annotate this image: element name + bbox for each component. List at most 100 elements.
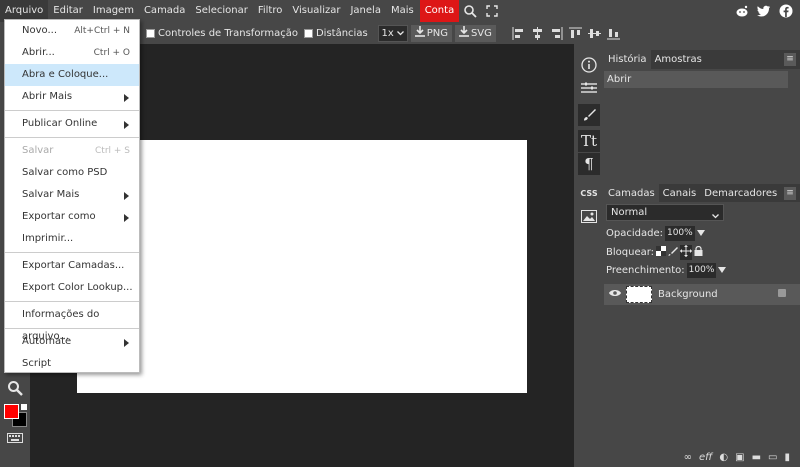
menu-item-imprimir[interactable]: Imprimir... <box>5 228 139 250</box>
new-layer-icon[interactable]: ▭ <box>768 452 777 463</box>
facebook-icon[interactable] <box>778 3 794 19</box>
menu-item-salvar-como-psd[interactable]: Salvar como PSD <box>5 162 139 184</box>
fullscreen-icon[interactable] <box>481 0 503 22</box>
tab-camadas[interactable]: Camadas <box>604 184 659 203</box>
menu-item-abrir-mais[interactable]: Abrir Mais <box>5 86 139 108</box>
transform-controls-checkbox[interactable]: Controles de Transformação <box>146 28 298 39</box>
export-png-label: PNG <box>426 27 448 39</box>
menu-item-abrir[interactable]: Abrir... Ctrl + O <box>5 42 139 64</box>
image-icon[interactable] <box>578 205 600 227</box>
fill-row: Preenchimento: 100% <box>606 263 727 278</box>
menu-item-label: Abra e Coloque... <box>22 69 109 80</box>
new-folder-icon[interactable]: ▬ <box>752 452 761 463</box>
menu-filtro[interactable]: Filtro <box>253 0 288 22</box>
align-top-icon[interactable] <box>568 27 582 40</box>
menu-visualizar[interactable]: Visualizar <box>287 0 345 22</box>
menu-item-publicar-online[interactable]: Publicar Online <box>5 113 139 135</box>
menu-item-exportar-camadas[interactable]: Exportar Camadas... <box>5 255 139 277</box>
menu-item-label: Imprimir... <box>22 233 74 244</box>
menu-item-label: Salvar <box>22 145 54 156</box>
lock-transparency-icon[interactable] <box>656 246 667 259</box>
menu-item-label: Salvar Mais <box>22 189 80 200</box>
keyboard-icon[interactable] <box>7 433 23 443</box>
menu-item-salvar-mais[interactable]: Salvar Mais <box>5 184 139 206</box>
character-icon[interactable]: Tt <box>578 130 600 152</box>
layer-mask-icon[interactable]: ▣ <box>735 452 744 463</box>
lock-position-icon[interactable] <box>680 245 693 260</box>
caret-down-icon[interactable] <box>696 228 705 239</box>
align-middle-v-icon[interactable] <box>587 27 601 40</box>
lock-pixels-icon[interactable] <box>668 246 679 259</box>
menu-item-informacoes-arquivo[interactable]: Informações do arquivo... <box>5 304 139 342</box>
app-window: Arquivo Editar Imagem Camada Selecionar … <box>0 0 800 467</box>
eye-icon[interactable] <box>609 289 623 300</box>
css-icon[interactable]: CSS <box>578 182 600 204</box>
layer-thumbnail <box>626 286 652 303</box>
zoom-value: 1x <box>381 27 394 39</box>
opacity-input[interactable]: 100% <box>664 226 695 241</box>
panel-menu-icon[interactable]: ≡ <box>784 187 796 200</box>
layer-row[interactable]: Background <box>604 284 800 305</box>
paragraph-icon[interactable]: ¶ <box>578 153 600 175</box>
layers-panel: Normal Opacidade: 100% Bloquear: Preench… <box>604 202 800 467</box>
chevron-down-icon <box>396 28 404 39</box>
menu-item-abra-e-coloque[interactable]: Abra e Coloque... <box>5 64 139 86</box>
menu-item-script[interactable]: Script <box>5 353 139 375</box>
right-panels: História Amostras ≡ Abrir Camadas Canais… <box>604 44 800 467</box>
foreground-color-swatch[interactable] <box>4 404 19 419</box>
adjustment-layer-icon[interactable]: ◐ <box>719 452 728 463</box>
zoom-tool-icon[interactable] <box>7 380 23 396</box>
tab-historia[interactable]: História <box>604 50 651 69</box>
download-icon <box>414 26 425 40</box>
menu-janela[interactable]: Janela <box>345 0 385 22</box>
tab-demarcadores[interactable]: Demarcadores <box>700 184 781 203</box>
menu-camada[interactable]: Camada <box>139 0 190 22</box>
menu-item-label: Exportar como <box>22 211 96 222</box>
panel-menu-icon[interactable]: ≡ <box>784 53 796 66</box>
menu-item-novo[interactable]: Novo... Alt+Ctrl + N <box>5 20 139 42</box>
account-button[interactable]: Conta <box>419 0 460 22</box>
transform-controls-label: Controles de Transformação <box>158 27 298 39</box>
align-center-h-icon[interactable] <box>531 26 544 40</box>
menu-item-export-color-lookup[interactable]: Export Color Lookup... <box>5 277 139 299</box>
menu-item-salvar[interactable]: Salvar Ctrl + S <box>5 140 139 162</box>
swap-colors-icon[interactable] <box>21 404 27 410</box>
menu-item-exportar-como[interactable]: Exportar como <box>5 206 139 228</box>
menu-item-automate[interactable]: Automate <box>5 331 139 353</box>
menu-selecionar[interactable]: Selecionar <box>190 0 252 22</box>
link-layers-icon[interactable]: ∞ <box>684 452 692 463</box>
distances-checkbox[interactable]: Distâncias <box>303 28 368 39</box>
fill-input[interactable]: 100% <box>686 263 717 278</box>
layers-panel-tabs: Camadas Canais Demarcadores ≡ <box>604 184 800 203</box>
info-icon[interactable] <box>578 54 600 76</box>
delete-layer-icon[interactable]: ▮ <box>784 452 790 463</box>
tab-canais[interactable]: Canais <box>659 184 701 203</box>
twitter-icon[interactable] <box>756 3 772 19</box>
align-right-icon[interactable] <box>550 26 563 40</box>
history-row[interactable]: Abrir <box>604 71 788 88</box>
reddit-icon[interactable] <box>734 3 750 19</box>
blend-mode-select[interactable]: Normal <box>606 204 724 221</box>
align-bottom-icon[interactable] <box>606 27 620 40</box>
lock-row: Bloquear: <box>606 245 703 260</box>
submenu-arrow-icon <box>124 214 129 222</box>
menu-mais[interactable]: Mais <box>386 0 419 22</box>
export-svg-button[interactable]: SVG <box>454 24 496 42</box>
submenu-arrow-icon <box>124 121 129 129</box>
export-png-button[interactable]: PNG <box>410 24 452 42</box>
zoom-select[interactable]: 1x <box>377 24 408 42</box>
menu-item-label: Salvar como PSD <box>22 167 108 178</box>
align-left-icon[interactable] <box>512 26 525 40</box>
lock-all-icon[interactable] <box>694 245 703 259</box>
brush-settings-icon[interactable] <box>578 104 600 126</box>
document-canvas[interactable] <box>77 140 527 393</box>
layer-lock-icon[interactable] <box>778 289 786 297</box>
menu-divider <box>5 137 139 138</box>
file-menu: Novo... Alt+Ctrl + N Abrir... Ctrl + O Abr… <box>4 19 140 373</box>
search-icon[interactable] <box>459 0 481 22</box>
layer-effects-icon[interactable]: eff <box>699 452 712 463</box>
caret-down-icon[interactable] <box>718 265 727 276</box>
tab-amostras[interactable]: Amostras <box>651 50 706 69</box>
submenu-arrow-icon <box>124 192 129 200</box>
adjustments-icon[interactable] <box>578 77 600 99</box>
